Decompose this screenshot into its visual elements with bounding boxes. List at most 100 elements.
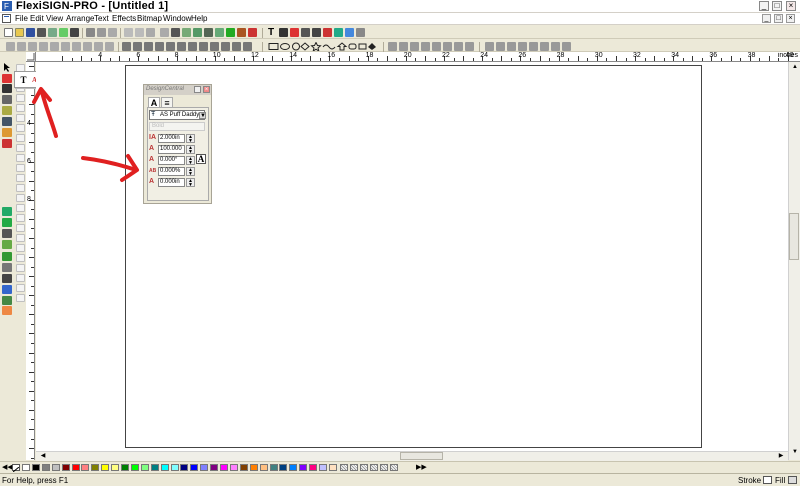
skew-icon[interactable]: [243, 42, 252, 51]
shadow-icon[interactable]: [432, 42, 441, 51]
production-manager-icon[interactable]: [70, 28, 79, 37]
height-spinner[interactable]: ▲ ▼: [186, 134, 195, 144]
outline-icon[interactable]: [312, 28, 321, 37]
flyout-tool-icon[interactable]: [16, 94, 25, 102]
spacing-spinner[interactable]: ▲ ▼: [186, 167, 195, 177]
color-swatch[interactable]: [249, 464, 258, 471]
shape-tools[interactable]: [268, 42, 378, 51]
zoom-in-icon[interactable]: [345, 28, 354, 37]
flyout-tool-icon[interactable]: [16, 284, 25, 292]
color-picker-icon[interactable]: [2, 296, 12, 305]
height-field[interactable]: 2.000in: [158, 134, 185, 143]
weed-icon[interactable]: [334, 28, 343, 37]
zoom-icon[interactable]: [237, 28, 246, 37]
flyout-tool-icon[interactable]: [16, 164, 25, 172]
color-swatch[interactable]: [22, 464, 30, 471]
order-icon[interactable]: [83, 42, 92, 51]
color-swatch[interactable]: [289, 464, 298, 471]
pen-tool-icon[interactable]: [2, 84, 12, 93]
width-spinner[interactable]: ▲ ▼: [186, 145, 195, 155]
trim-icon[interactable]: [133, 42, 142, 51]
slant-field[interactable]: 0.000°: [158, 156, 185, 165]
group-icon[interactable]: [182, 28, 191, 37]
space-icon[interactable]: [388, 42, 397, 51]
flyout-tool-icon[interactable]: [16, 244, 25, 252]
split-icon[interactable]: [177, 42, 186, 51]
select-arrow-icon[interactable]: [2, 63, 12, 72]
menu-bitmap[interactable]: Bitmap: [137, 14, 162, 23]
zoom-out-icon[interactable]: [356, 28, 365, 37]
color-swatch[interactable]: [210, 464, 219, 471]
color-swatch[interactable]: [319, 464, 327, 471]
color-swatch[interactable]: [180, 464, 189, 471]
flyout-tool-icon[interactable]: [16, 254, 25, 262]
document-icon[interactable]: [2, 14, 11, 23]
no-color-swatch[interactable]: [12, 464, 20, 473]
color-swatch[interactable]: [81, 464, 90, 471]
image-icon[interactable]: [279, 28, 288, 37]
redo-icon[interactable]: [135, 28, 144, 37]
pattern-swatch[interactable]: [390, 464, 398, 471]
font-style-select[interactable]: Bold: [149, 122, 205, 131]
flyout-tool-icon[interactable]: [16, 104, 25, 112]
color-swatch[interactable]: [160, 464, 169, 471]
align-top-icon[interactable]: [39, 42, 48, 51]
pan-icon[interactable]: [2, 252, 12, 261]
delete-icon[interactable]: [160, 28, 169, 37]
paste-icon[interactable]: [108, 28, 117, 37]
color-swatch[interactable]: [130, 464, 139, 471]
color-icon[interactable]: [248, 28, 257, 37]
copy-icon[interactable]: [97, 28, 106, 37]
flyout-tool-icon[interactable]: [16, 214, 25, 222]
node-edit-icon[interactable]: [2, 95, 12, 104]
align-left-icon[interactable]: [6, 42, 15, 51]
flyout-tool-icon[interactable]: [16, 134, 25, 142]
menu-view[interactable]: View: [46, 14, 63, 23]
pattern-swatch[interactable]: [360, 464, 368, 471]
flyout-tool-icon[interactable]: [16, 204, 25, 212]
subtract-icon[interactable]: [155, 42, 164, 51]
color-swatch[interactable]: [61, 464, 70, 471]
join-icon[interactable]: [166, 42, 175, 51]
trace-icon[interactable]: [2, 218, 12, 227]
move-icon[interactable]: [562, 42, 571, 51]
child-minimize-button[interactable]: _: [762, 14, 771, 23]
eyedropper-icon[interactable]: [2, 139, 12, 148]
flyout-tool-icon[interactable]: [16, 234, 25, 242]
fit-to-path-icon[interactable]: [410, 42, 419, 51]
scroll-left-arrow[interactable]: ◀: [38, 452, 48, 461]
space-v-icon[interactable]: [518, 42, 527, 51]
align-middle-icon[interactable]: [50, 42, 59, 51]
color-swatch[interactable]: [220, 464, 228, 471]
color-swatch[interactable]: [140, 464, 149, 471]
zoom-tool-icon[interactable]: [2, 285, 12, 294]
color-swatch[interactable]: [229, 464, 238, 471]
distribute-icon[interactable]: [72, 42, 81, 51]
color-fill-icon[interactable]: [2, 306, 12, 315]
color-swatch[interactable]: [269, 464, 278, 471]
rotate-icon[interactable]: [221, 42, 230, 51]
color-swatch[interactable]: [31, 464, 40, 471]
flyout-tool-icon[interactable]: [16, 144, 25, 152]
hand-icon[interactable]: [2, 274, 12, 283]
scroll-up-arrow[interactable]: ▲: [790, 63, 800, 72]
save-icon[interactable]: [26, 28, 35, 37]
flyout-tool-icon[interactable]: [16, 224, 25, 232]
color-swatch[interactable]: [299, 464, 308, 471]
align-right-icon[interactable]: [28, 42, 37, 51]
color-swatch[interactable]: [71, 464, 80, 471]
pattern-swatch[interactable]: [340, 464, 348, 471]
kern-icon[interactable]: [399, 42, 408, 51]
fill-swatch[interactable]: [788, 476, 797, 484]
flyout-tool-icon[interactable]: [16, 294, 25, 302]
font-icon[interactable]: [290, 28, 299, 37]
text-tool-button[interactable]: T: [18, 74, 29, 86]
color-swatch[interactable]: [259, 464, 268, 471]
font-select[interactable]: Ŧ AS Puff Daddy ▼: [149, 110, 206, 120]
repeat-icon[interactable]: [146, 28, 155, 37]
distort-icon[interactable]: [421, 42, 430, 51]
mirror-icon[interactable]: [210, 42, 219, 51]
combine-icon[interactable]: [204, 28, 213, 37]
text-tool-icon[interactable]: [2, 74, 12, 83]
maximize-button[interactable]: □: [772, 1, 782, 11]
